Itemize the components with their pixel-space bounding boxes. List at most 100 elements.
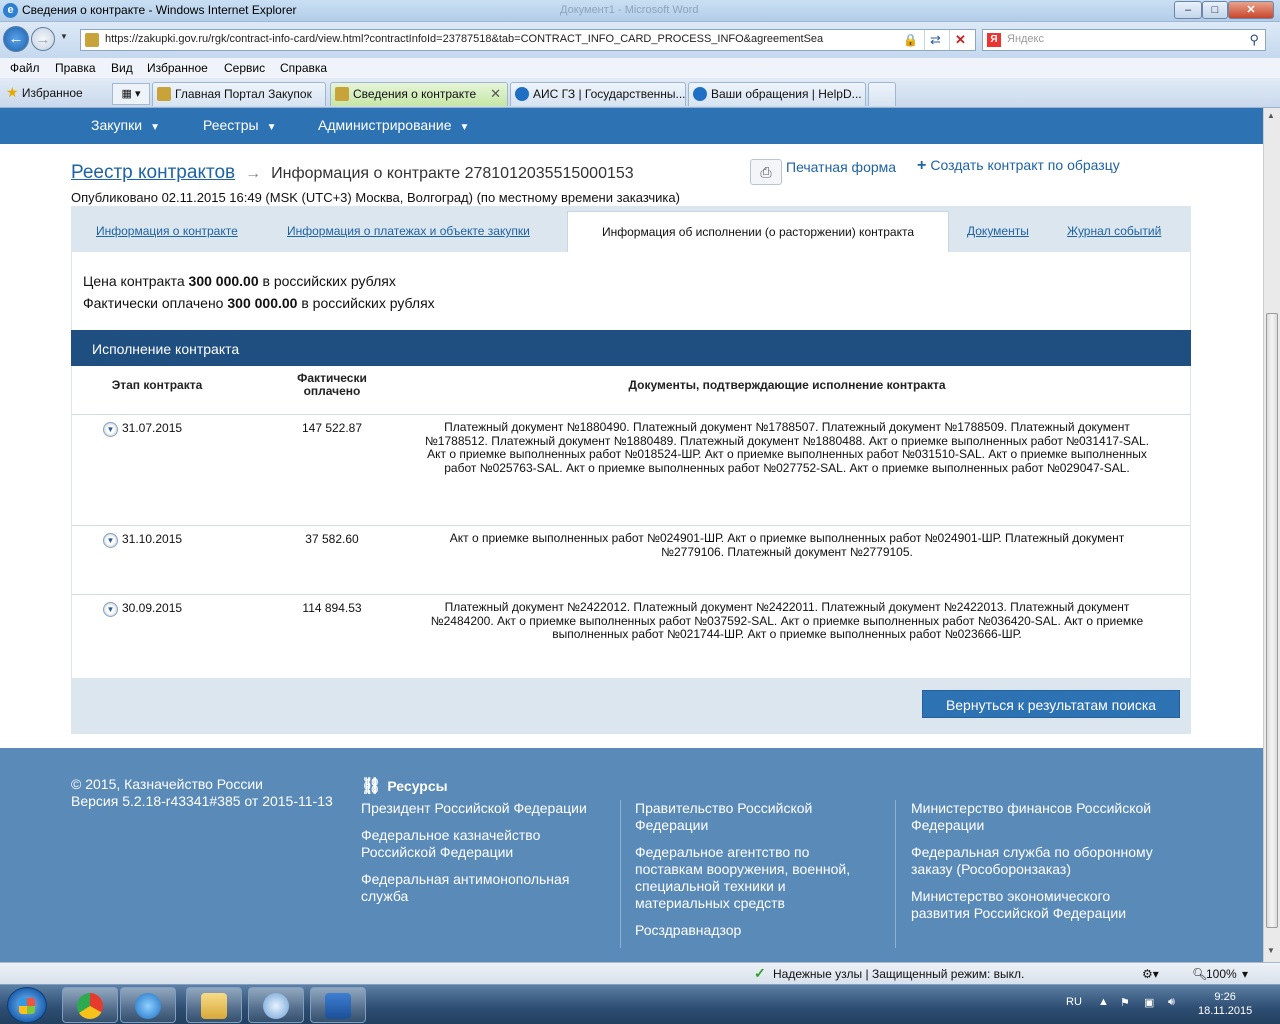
menu-view[interactable]: Вид: [111, 61, 133, 75]
site-favicon-icon: [85, 33, 99, 47]
nav-registries[interactable]: Реестры ▼: [203, 117, 276, 133]
tab-execution[interactable]: Информация об исполнении (о расторжении)…: [567, 211, 949, 252]
vertical-scrollbar[interactable]: ▲ ▼: [1263, 108, 1280, 962]
taskbar-explorer[interactable]: [186, 987, 242, 1023]
footer-link-mineconomy[interactable]: Министерство экономического развития Рос…: [911, 888, 1151, 922]
chevron-down-icon: ▼: [266, 122, 277, 133]
stage-amount: 114 894.53: [302, 601, 362, 615]
arrow-right-icon: →: [245, 165, 262, 182]
ie-logo-icon: e: [3, 3, 18, 18]
tray-arrow-icon[interactable]: ▲: [1098, 996, 1109, 1008]
taskbar-chrome[interactable]: [62, 987, 118, 1023]
menu-bar: Файл Правка Вид Избранное Сервис Справка: [0, 58, 1280, 78]
search-field[interactable]: Я Яндекс ⚲: [982, 29, 1266, 51]
history-dropdown-icon[interactable]: ▼: [60, 32, 68, 41]
stop-icon[interactable]: ✕: [955, 32, 966, 48]
refresh-icon[interactable]: ⇄: [930, 32, 941, 48]
footer-link-rosoboronzakaz[interactable]: Федеральная служба по оборонному заказу …: [911, 844, 1171, 878]
scroll-down-icon[interactable]: ▼: [1267, 946, 1275, 955]
close-tab-icon[interactable]: ✕: [490, 83, 501, 105]
footer-link-antimonopoly[interactable]: Федеральная антимонопольная служба: [361, 871, 601, 905]
printer-icon[interactable]: ⎙: [750, 159, 782, 185]
flag-icon[interactable]: ⚑: [1120, 996, 1130, 1009]
lock-icon[interactable]: 🔒: [903, 33, 918, 47]
page-title: Информация о контракте 27810120355150001…: [271, 165, 634, 182]
footer-link-president[interactable]: Президент Российской Федерации: [361, 800, 601, 817]
taskbar-ie[interactable]: [120, 987, 176, 1023]
search-placeholder[interactable]: Яндекс: [1007, 33, 1044, 45]
minimize-button[interactable]: –: [1174, 1, 1202, 19]
tab-contract-info[interactable]: Сведения о контракте ✕: [330, 82, 508, 106]
create-by-template-link[interactable]: + Создать контракт по образцу: [917, 157, 1120, 175]
taskbar-word[interactable]: [310, 987, 366, 1023]
menu-favorites[interactable]: Избранное: [147, 61, 208, 75]
footer-link-government[interactable]: Правительство Российской Федерации: [635, 800, 875, 834]
footer-link-rosoboronpostavka[interactable]: Федеральное агентство по поставкам воору…: [635, 844, 875, 912]
tab-event-log[interactable]: Журнал событий: [1067, 224, 1161, 238]
expand-chevron-icon[interactable]: ▼: [103, 422, 118, 437]
back-to-results-button[interactable]: Вернуться к результатам поиска: [922, 690, 1180, 718]
nav-label: Закупки: [91, 117, 143, 133]
new-tab-button[interactable]: [868, 82, 896, 106]
mail-icon: [263, 993, 289, 1019]
expand-chevron-icon[interactable]: ▼: [103, 602, 118, 617]
start-button[interactable]: [7, 987, 47, 1023]
taskbar-mail[interactable]: [248, 987, 304, 1023]
expand-chevron-icon[interactable]: ▼: [103, 533, 118, 548]
col-paid: Фактически оплачено: [272, 372, 392, 398]
back-arrow-icon[interactable]: ←: [3, 26, 29, 52]
emblem-icon: [335, 87, 349, 101]
footer-divider: [620, 800, 621, 948]
separator: [949, 30, 950, 50]
footer-link-minfin[interactable]: Министерство финансов Российской Федерац…: [911, 800, 1171, 834]
security-zone[interactable]: Надежные узлы | Защищенный режим: выкл.: [773, 967, 1024, 981]
network-icon[interactable]: ▣: [1144, 996, 1154, 1009]
scroll-thumb[interactable]: [1266, 313, 1278, 928]
nav-administration[interactable]: Администрирование ▼: [318, 117, 469, 133]
chevron-down-icon: ▼: [459, 122, 470, 133]
tab-ais[interactable]: АИС ГЗ | Государственны...: [510, 82, 686, 106]
tab-documents[interactable]: Документы: [967, 224, 1029, 238]
maximize-button[interactable]: □: [1202, 1, 1228, 19]
footer: © 2015, Казначейство России Версия 5.2.1…: [0, 748, 1263, 962]
close-window-button[interactable]: ✕: [1228, 1, 1274, 19]
nav-purchases[interactable]: Закупки ▼: [91, 117, 160, 133]
clock-date: 18.11.2015: [1198, 1005, 1253, 1017]
taskbar: RU ▲ ⚑ ▣ 🔊︎ 9:26 18.11.2015: [0, 984, 1280, 1024]
search-icon[interactable]: ⚲: [1249, 32, 1259, 48]
resources-label: Ресурсы: [387, 778, 448, 794]
clock-time: 9:26: [1214, 991, 1236, 1003]
forward-arrow-icon[interactable]: →: [31, 27, 55, 51]
address-field[interactable]: https://zakupki.gov.ru/rgk/contract-info…: [80, 29, 976, 51]
language-indicator[interactable]: RU: [1066, 996, 1082, 1008]
ie-icon: [135, 993, 161, 1019]
zoom-dropdown-icon[interactable]: ▾: [1242, 967, 1248, 981]
scroll-up-icon[interactable]: ▲: [1267, 111, 1275, 120]
clock[interactable]: 9:26 18.11.2015: [1198, 990, 1252, 1018]
footer-link-roszdravnadzor[interactable]: Росздравнадзор: [635, 922, 875, 939]
yandex-logo-icon: Я: [987, 33, 1001, 47]
volume-icon[interactable]: 🔊︎: [1168, 996, 1175, 1009]
menu-file[interactable]: Файл: [10, 61, 40, 75]
zoom-level[interactable]: 100%: [1206, 967, 1237, 981]
breadcrumb-registry-link[interactable]: Реестр контрактов: [71, 162, 235, 183]
globe-icon: [515, 87, 529, 101]
tab-contract-info[interactable]: Информация о контракте: [96, 224, 238, 238]
window-title-bar[interactable]: e Сведения о контракте - Windows Interne…: [0, 0, 1280, 22]
zoom-icon[interactable]: 🔍︎: [1192, 967, 1207, 981]
tab-helpdesk[interactable]: Ваши обращения | HelpD...: [688, 82, 866, 106]
tab-portal[interactable]: Главная Портал Закупок: [152, 82, 326, 106]
menu-tools[interactable]: Сервис: [224, 61, 265, 75]
footer-link-treasury[interactable]: Федеральное казначейство Российской Феде…: [361, 827, 601, 861]
quick-tabs-button[interactable]: ▦ ▾: [112, 83, 150, 105]
execution-section-header: Исполнение контракта: [71, 330, 1191, 366]
menu-edit[interactable]: Правка: [55, 61, 96, 75]
resources-title: ⛓ Ресурсы: [361, 776, 448, 796]
menu-help[interactable]: Справка: [280, 61, 327, 75]
url-text[interactable]: https://zakupki.gov.ru/rgk/contract-info…: [105, 33, 875, 45]
tab-payments[interactable]: Информация о платежах и объекте закупки: [287, 224, 530, 238]
favorites-button[interactable]: ★ Избранное: [6, 84, 83, 101]
protected-mode-icon[interactable]: ⚙▾: [1142, 967, 1159, 981]
stage-documents: Платежный документ №1880490. Платежный д…: [424, 420, 1150, 475]
print-form-link[interactable]: Печатная форма: [786, 159, 896, 175]
